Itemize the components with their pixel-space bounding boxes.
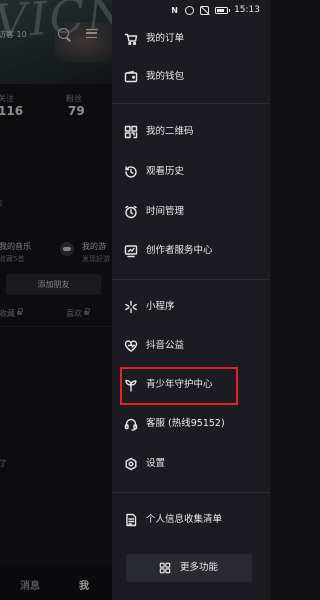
more-features-button[interactable]: 更多功能 (126, 554, 252, 582)
game-title[interactable]: 我的游 (82, 241, 106, 252)
profile-cover: VICN 访客 10 (0, 0, 112, 84)
profile-background: VICN 访客 10 关注 116 粉丝 79 2 我的音乐 收藏5首 我的游 … (0, 0, 112, 600)
tab-messages[interactable]: 消息 (20, 577, 40, 592)
menu-item-settings[interactable]: 设置 (112, 453, 270, 475)
creator-icon (124, 244, 138, 258)
tab-me[interactable]: 我 (79, 577, 89, 592)
qrcode-icon (124, 125, 138, 139)
menu-item-customer-service[interactable]: 客服 (热线95152) (112, 413, 270, 435)
mute-icon (200, 5, 210, 15)
menu-item-creator-center[interactable]: 创作者服务中心 (112, 240, 270, 262)
wallet-icon (124, 70, 138, 84)
gamepad-icon (60, 242, 74, 256)
music-title[interactable]: 我的音乐 (0, 241, 31, 252)
menu-item-mini-program[interactable]: 小程序 (112, 296, 270, 318)
notification-icon: N (171, 5, 178, 15)
menu-icon[interactable] (86, 29, 97, 38)
menu-label-charity: 抖音公益 (146, 340, 185, 351)
menu-item-qrcode[interactable]: 我的二维码 (112, 121, 270, 143)
menu-item-wallet[interactable]: 我的钱包 (112, 66, 270, 88)
music-subtitle: 收藏5首 (0, 255, 25, 263)
menu-item-charity[interactable]: 抖音公益 (112, 335, 270, 357)
menu-item-history[interactable]: 观看历史 (112, 161, 270, 183)
menu-label-history: 观看历史 (146, 166, 185, 177)
history-icon (124, 165, 138, 179)
lock-icon (17, 308, 23, 315)
battery-icon (215, 6, 231, 14)
side-drawer: 我的订单 我的钱包 我的二维码 观看历史 时间管理 创作者服务中心 小程序 抖音… (112, 0, 270, 600)
settings-icon (124, 457, 138, 471)
tail-char: 了 (0, 459, 7, 468)
game-subtitle: 发现好游 (82, 255, 110, 263)
menu-label-customer-service: 客服 (热线95152) (146, 418, 225, 429)
following-count[interactable]: 116 (0, 104, 23, 118)
lock-icon (84, 308, 90, 315)
followers-label: 粉丝 (66, 94, 82, 103)
tab-collection[interactable]: 收藏 (0, 308, 23, 319)
more-features-label: 更多功能 (180, 562, 219, 573)
menu-label-settings: 设置 (146, 458, 166, 469)
menu-label-qrcode: 我的二维码 (146, 126, 194, 137)
menu-label-mini-program: 小程序 (146, 301, 175, 312)
mini-program-icon (124, 300, 138, 314)
tab-likes[interactable]: 喜欢 (66, 308, 90, 319)
headset-icon (124, 417, 138, 431)
status-bar: N 15:13 (170, 4, 260, 16)
visitors-count[interactable]: 访客 10 (0, 29, 27, 40)
following-label: 关注 (0, 94, 14, 103)
menu-label-personal-info-list: 个人信息收集清单 (146, 514, 223, 525)
alarm-clock-icon (124, 205, 138, 219)
search-icon[interactable] (58, 28, 69, 39)
menu-item-orders[interactable]: 我的订单 (112, 28, 270, 50)
cart-icon (124, 32, 138, 46)
highlight-annotation (120, 367, 238, 405)
menu-label-time-management: 时间管理 (146, 206, 185, 217)
followers-count[interactable]: 79 (68, 104, 85, 118)
document-list-icon (124, 513, 138, 527)
menu-label-wallet: 我的钱包 (146, 71, 185, 82)
alarm-icon (185, 5, 195, 15)
menu-label-orders: 我的订单 (146, 33, 185, 44)
charity-heart-icon (124, 339, 138, 353)
menu-item-personal-info-list[interactable]: 个人信息收集清单 (112, 509, 270, 531)
menu-item-time-management[interactable]: 时间管理 (112, 201, 270, 223)
bottom-nav: 消息 我 (0, 565, 112, 600)
grid-icon (159, 562, 171, 574)
side-char: 2 (0, 199, 4, 208)
add-friend-button[interactable]: 添加朋友 (6, 274, 101, 295)
menu-label-creator-center: 创作者服务中心 (146, 245, 213, 256)
clock-time: 15:13 (234, 5, 260, 15)
